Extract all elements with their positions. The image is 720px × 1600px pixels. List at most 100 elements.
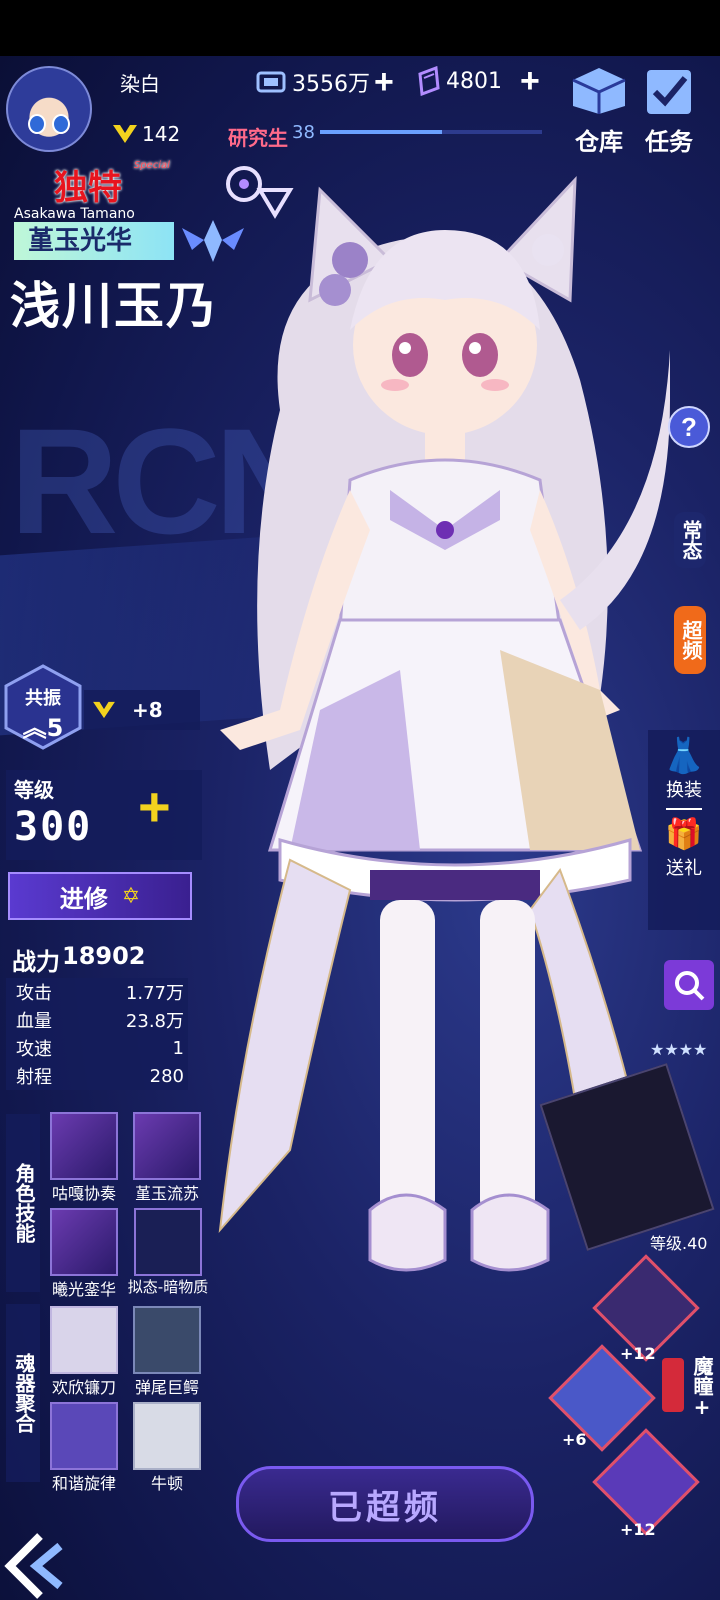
demon-eye-plus: +	[693, 1395, 711, 1419]
weapon-level: 等级.40	[650, 1234, 708, 1253]
soul-weapon-icon	[133, 1306, 201, 1374]
gift-label: 送礼	[666, 858, 702, 879]
skill-icon	[133, 1112, 201, 1180]
stat-row: 攻击 1.77万	[16, 978, 184, 1006]
soul-weapon-icon	[50, 1402, 118, 1470]
crystal-icon	[418, 66, 440, 96]
skill-name: 拟态-暗物质	[127, 1278, 209, 1296]
soul-weapon-name: 欢欣镰刀	[51, 1378, 116, 1397]
skill-icon	[50, 1208, 118, 1276]
power-value: 18902	[62, 942, 146, 970]
skill-slot[interactable]: 曦光銮华	[44, 1208, 124, 1300]
dress-button[interactable]: 👗 换装	[648, 736, 720, 802]
zoom-button[interactable]	[664, 960, 714, 1010]
dress-icon: 👗	[662, 736, 706, 776]
stat-value: 1.77万	[125, 983, 184, 1004]
rarity-text: 独特	[54, 168, 122, 208]
equip-level: +6	[562, 1430, 587, 1449]
research-label: 研究生	[228, 126, 288, 150]
power-display: 战力 18902	[12, 942, 146, 977]
research-info: 研究生 38	[228, 122, 315, 151]
soul-weapon-icon	[133, 1402, 201, 1470]
player-name: 染白	[120, 72, 160, 96]
rarity-badge: 独特 Special	[54, 160, 170, 209]
demon-eye-slot[interactable]: 魔瞳 +	[688, 1356, 716, 1418]
dress-label: 换装	[666, 780, 702, 801]
tab-overclock[interactable]: 超频	[674, 606, 706, 674]
player-rank: 142	[112, 122, 180, 146]
rank-value: 142	[142, 122, 181, 146]
coins-display: 3556万 +	[256, 65, 394, 99]
status-bar	[0, 0, 720, 56]
skill-slot[interactable]: 咕嘎协奏	[44, 1112, 124, 1204]
skill-icon	[134, 1208, 202, 1276]
gems-value: 4801	[446, 68, 502, 94]
stat-value: 280	[149, 1065, 184, 1087]
soul-section-tab: 魂器聚合	[6, 1304, 40, 1482]
checklist-icon	[647, 70, 691, 114]
avatar-eye-left	[28, 114, 46, 134]
soul-weapon-icon	[50, 1306, 118, 1374]
skill-slot[interactable]: 拟态-暗物质	[122, 1208, 214, 1297]
skills-section-label: 角色技能	[12, 1163, 36, 1243]
equip-level: +12	[620, 1520, 656, 1539]
tab-normal[interactable]: 常态	[674, 512, 706, 568]
gift-button[interactable]: 🎁 送礼	[648, 816, 720, 880]
stat-row: 攻速 1	[16, 1034, 184, 1062]
search-icon	[675, 971, 705, 1001]
stats-panel: 攻击 1.77万 血量 23.8万 攻速 1 射程 280	[6, 978, 188, 1090]
tasks-button[interactable]: 任务	[638, 66, 700, 157]
equip-level: +12	[620, 1344, 656, 1363]
level-label: 等级	[14, 778, 54, 802]
level-panel: 等级 300 +	[6, 770, 202, 860]
right-action-panel: 👗 换装 🎁 送礼	[648, 730, 720, 930]
demon-eye-icon[interactable]	[662, 1358, 684, 1412]
skills-section-tab: 角色技能	[6, 1114, 40, 1292]
stat-row: 射程 280	[16, 1062, 184, 1090]
resonance-badge[interactable]: 共振 ︽5	[4, 664, 82, 750]
skill-slot[interactable]: 堇玉流苏	[124, 1112, 210, 1204]
research-progress	[320, 130, 542, 134]
coins-add-button[interactable]: +	[374, 65, 394, 99]
soul-weapon-slot[interactable]: 弹尾巨鳄	[124, 1306, 210, 1398]
level-up-button[interactable]: +	[138, 779, 171, 835]
level-value: 300	[14, 804, 93, 850]
character-romaji: Asakawa Tamano	[14, 206, 135, 222]
player-avatar[interactable]	[6, 66, 92, 152]
stat-value: 23.8万	[125, 1011, 184, 1032]
character-name: 浅川玉乃	[10, 277, 218, 335]
warehouse-button[interactable]: 仓库	[568, 66, 630, 157]
rank-chevron-icon	[93, 701, 115, 719]
skill-name: 曦光銮华	[51, 1280, 116, 1299]
demon-eye-label: 魔瞳	[690, 1356, 714, 1396]
rarity-sub: Special	[133, 160, 170, 171]
overclocked-button[interactable]: 已超频	[236, 1466, 534, 1542]
resonance-level: 5	[46, 714, 64, 742]
double-chevron-icon: ︽	[22, 714, 47, 742]
resonance-label: 共振	[25, 688, 61, 709]
stars-decoration: ★★★★	[650, 1040, 708, 1059]
advance-label: 进修	[59, 884, 108, 913]
stat-name: 攻速	[16, 1039, 52, 1060]
hexagram-icon: ✡	[121, 883, 141, 909]
soul-weapon-name: 牛顿	[150, 1474, 183, 1493]
soul-weapon-slot[interactable]: 和谐旋律	[44, 1402, 124, 1494]
avatar-eye-right	[52, 114, 70, 134]
resonance-level-wrap: ︽5	[4, 708, 82, 743]
gems-display: 4801 +	[416, 64, 540, 98]
skill-name: 咕嘎协奏	[51, 1184, 116, 1203]
skill-icon	[50, 1112, 118, 1180]
coin-stack-icon	[256, 71, 286, 93]
research-level: 38	[292, 122, 315, 143]
character-title: 堇玉光华	[14, 222, 174, 260]
soul-weapon-slot[interactable]: 欢欣镰刀	[44, 1306, 124, 1398]
faction-wings-icon	[182, 220, 244, 262]
tasks-label: 任务	[645, 128, 693, 156]
back-icon[interactable]	[0, 1530, 78, 1600]
gems-add-button[interactable]: +	[520, 64, 540, 98]
help-button[interactable]: ?	[668, 406, 710, 448]
advance-button[interactable]: 进修 ✡	[8, 872, 192, 920]
resonance-bonus: +8	[84, 690, 200, 730]
gift-icon: 🎁	[665, 817, 703, 852]
soul-weapon-slot[interactable]: 牛顿	[124, 1402, 210, 1494]
